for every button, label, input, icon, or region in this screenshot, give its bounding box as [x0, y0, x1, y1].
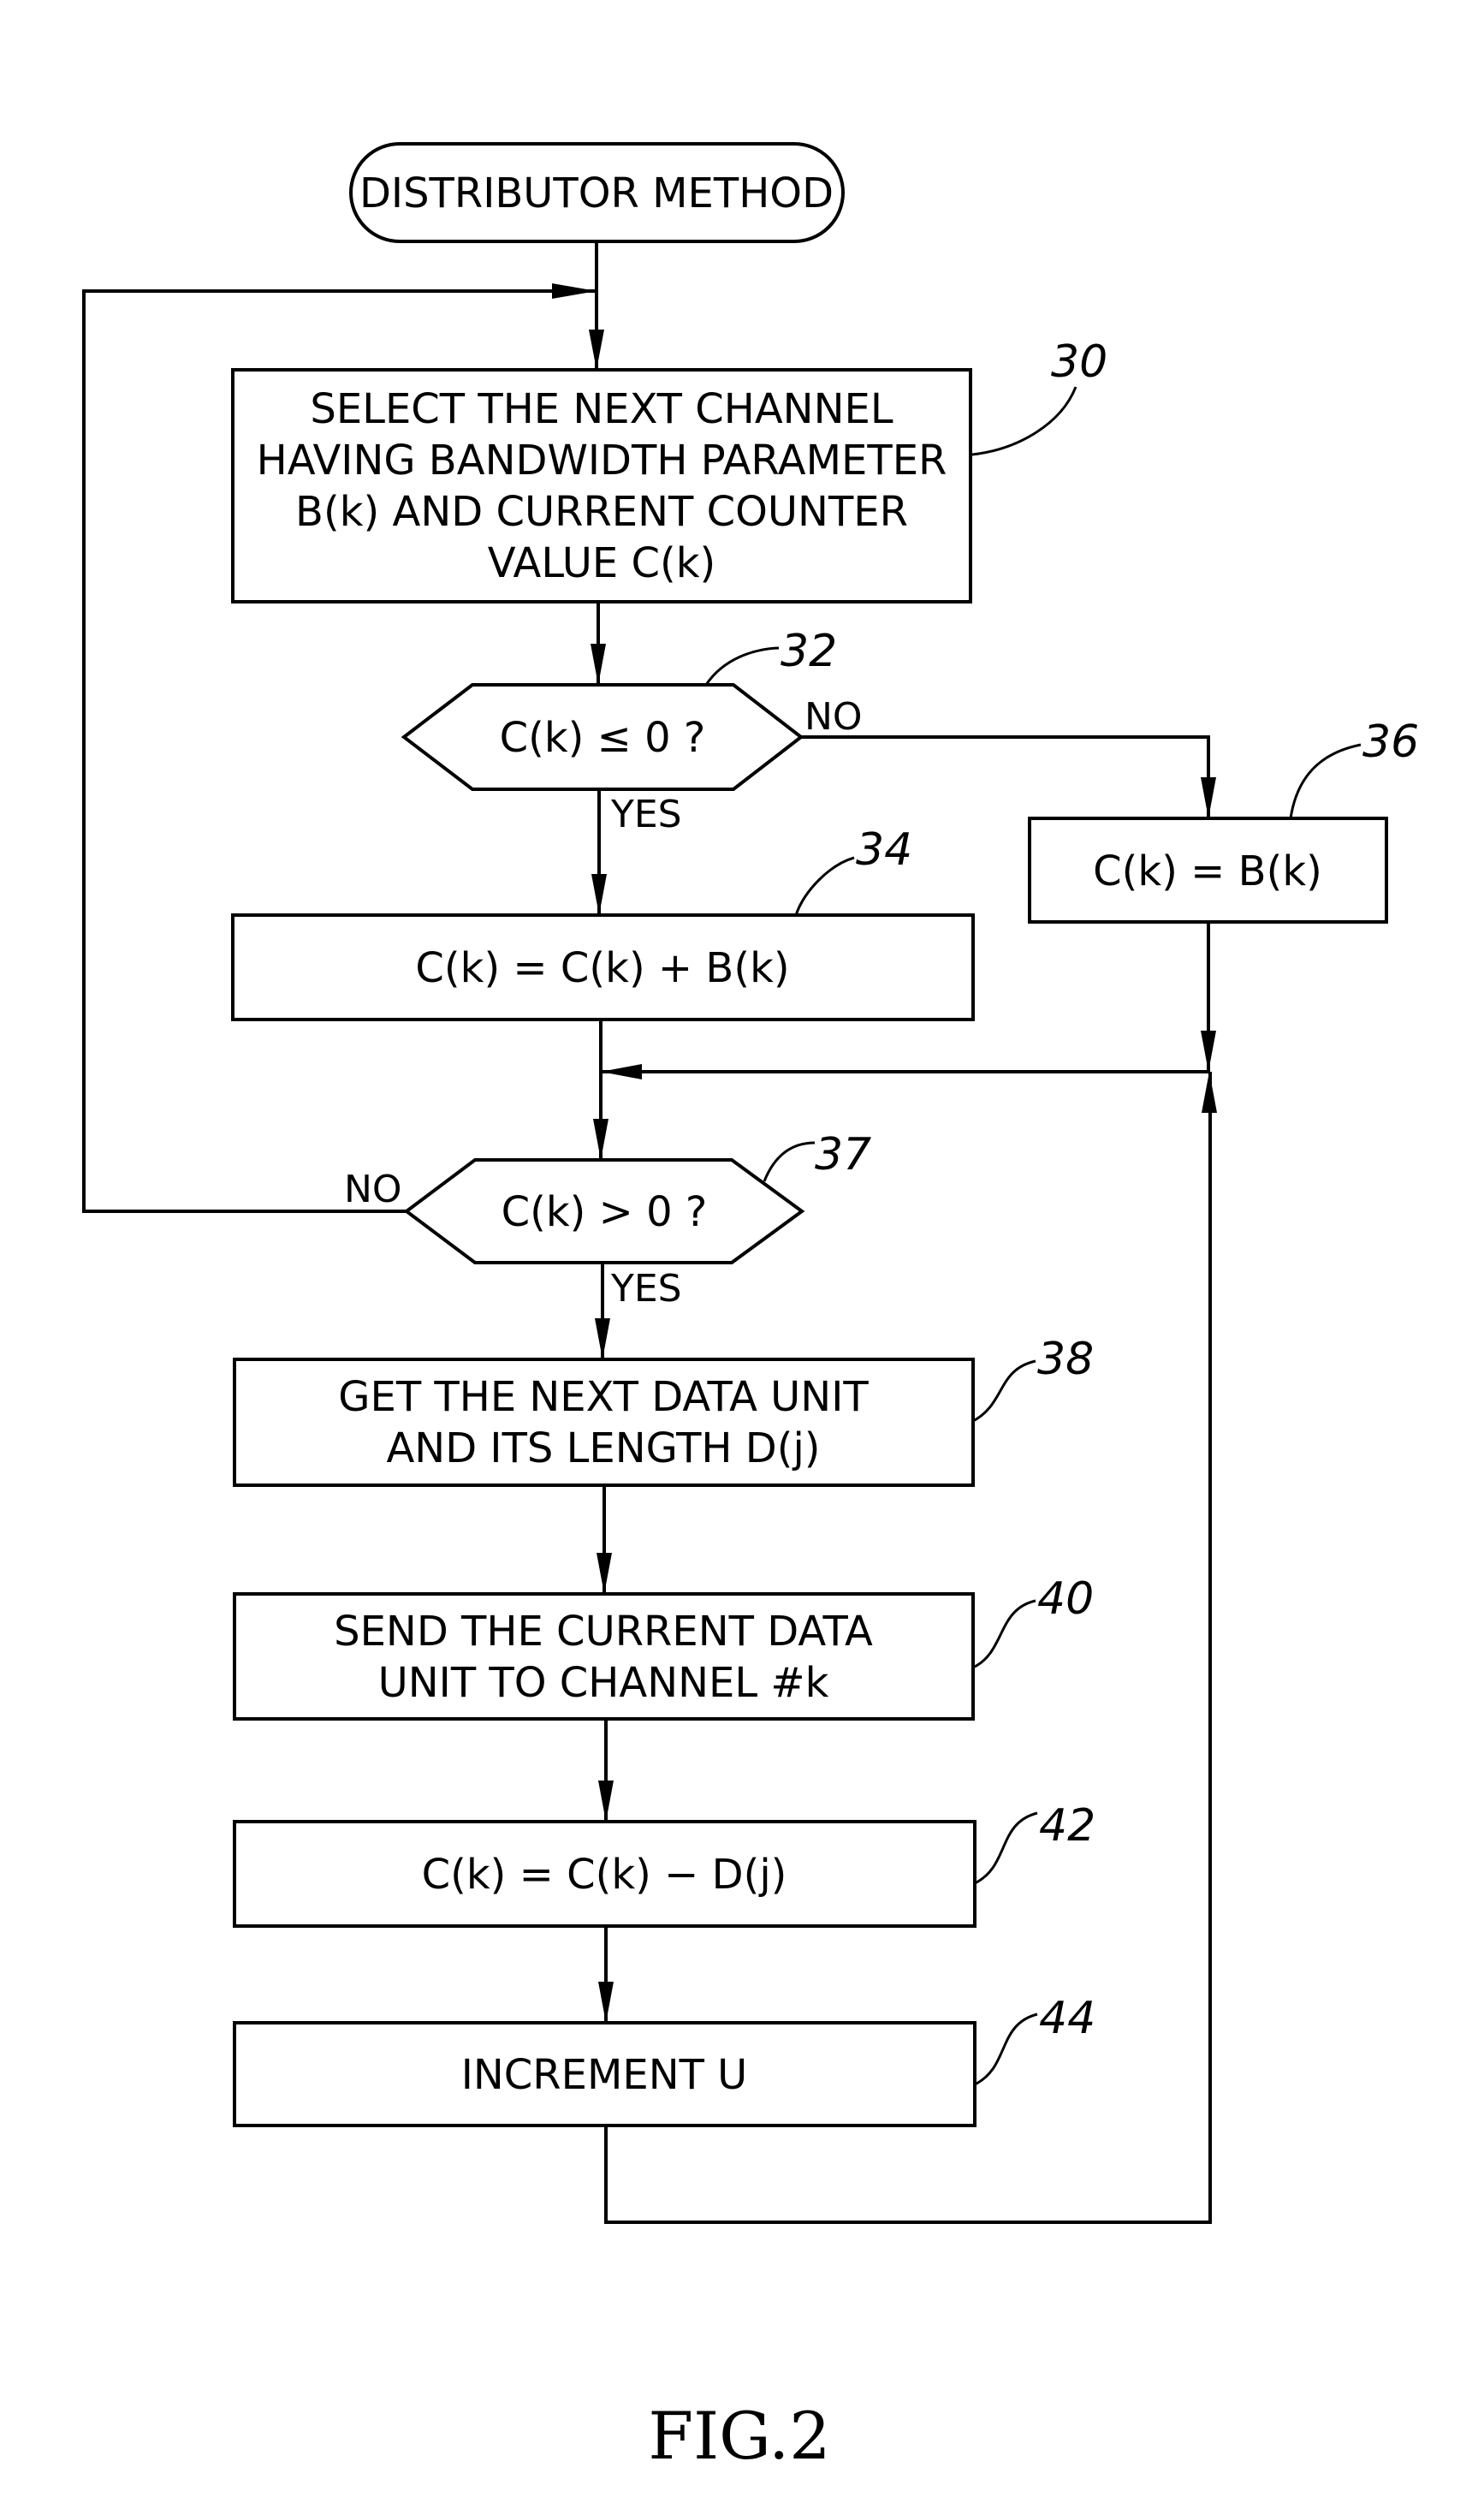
branch-32-yes: YES [610, 793, 682, 836]
process-30-line-3: B(k) AND CURRENT COUNTER [295, 488, 908, 536]
branch-37-yes: YES [610, 1267, 682, 1311]
process-subtract-length: C(k) = C(k) − D(j) [233, 1820, 976, 1928]
start-terminal-label: DISTRIBUTOR METHOD [359, 169, 834, 217]
leader-32 [704, 646, 780, 686]
ref-label-30: 30 [1051, 336, 1107, 388]
arrowhead-into-38 [595, 1318, 610, 1359]
arrowhead-into-42 [598, 1781, 614, 1822]
arrowhead-into-36 [1201, 777, 1216, 818]
arrowhead-into-40 [597, 1553, 612, 1594]
ref-label-44: 44 [1039, 1993, 1095, 2044]
arrowhead-into-34 [591, 874, 607, 915]
process-38-line-2: AND ITS LENGTH D(j) [386, 1424, 820, 1472]
process-30-line-4: VALUE C(k) [488, 539, 715, 587]
leader-30 [971, 386, 1077, 456]
arrowhead-into-37 [593, 1119, 608, 1160]
connector-32-no-to-36 [801, 735, 1210, 818]
process-38-line-1: GET THE NEXT DATA UNIT [338, 1373, 869, 1421]
arrowhead-loop-right [552, 283, 597, 299]
branch-37-no: NO [344, 1168, 402, 1211]
process-40-line-2: UNIT TO CHANNEL #k [378, 1659, 829, 1707]
decision-37-label: C(k) > 0 ? [502, 1188, 708, 1236]
process-36-label: C(k) = B(k) [1093, 847, 1322, 895]
leader-34 [794, 856, 855, 916]
arrowhead-into-32 [591, 644, 606, 685]
start-terminal: DISTRIBUTOR METHOD [349, 142, 845, 243]
ref-label-40: 40 [1037, 1573, 1094, 1625]
process-40-line-1: SEND THE CURRENT DATA [334, 1608, 873, 1656]
leader-40 [972, 1599, 1036, 1669]
decision-counter-positive: C(k) > 0 ? [403, 1158, 805, 1264]
process-34-label: C(k) = C(k) + B(k) [415, 944, 789, 992]
process-add-bandwidth: C(k) = C(k) + B(k) [231, 913, 975, 1021]
process-30-line-1: SELECT THE NEXT CHANNEL [310, 385, 893, 433]
arrowhead-merge-left [601, 1064, 642, 1079]
branch-32-no: NO [804, 695, 863, 739]
ref-label-34: 34 [856, 824, 912, 876]
leader-42 [974, 1811, 1038, 1885]
leader-36 [1289, 743, 1362, 819]
arrowhead-into-30 [589, 330, 604, 370]
leader-37 [763, 1141, 816, 1182]
figure-caption: FIG.2 [648, 2398, 830, 2474]
ref-label-37: 37 [815, 1129, 871, 1180]
arrowhead-merge-down [1201, 1031, 1216, 1072]
process-select-channel: SELECT THE NEXT CHANNEL HAVING BANDWIDTH… [231, 368, 972, 603]
process-reset-counter: C(k) = B(k) [1028, 817, 1388, 924]
arrowhead-into-44 [598, 1982, 614, 2023]
process-42-label: C(k) = C(k) − D(j) [422, 1851, 787, 1899]
process-get-data-unit: GET THE NEXT DATA UNIT AND ITS LENGTH D(… [233, 1358, 975, 1487]
leader-44 [974, 2013, 1038, 2086]
process-44-label: INCREMENT U [461, 2051, 748, 2099]
ref-label-36: 36 [1362, 716, 1419, 768]
ref-label-42: 42 [1039, 1800, 1095, 1852]
process-send-data-unit: SEND THE CURRENT DATA UNIT TO CHANNEL #k [233, 1592, 975, 1721]
process-increment-u: INCREMENT U [233, 2021, 976, 2127]
ref-label-38: 38 [1037, 1334, 1094, 1385]
decision-32-label: C(k) ≤ 0 ? [500, 714, 706, 762]
arrowhead-merge-up [1202, 1072, 1217, 1113]
flowchart: DISTRIBUTOR METHOD SELECT THE NEXT CHANN… [82, 142, 1419, 2474]
ref-label-32: 32 [781, 626, 837, 677]
leader-38 [972, 1359, 1036, 1423]
process-30-line-2: HAVING BANDWIDTH PARAMETER [257, 437, 947, 485]
decision-counter-nonpositive: C(k) ≤ 0 ? [401, 683, 804, 791]
